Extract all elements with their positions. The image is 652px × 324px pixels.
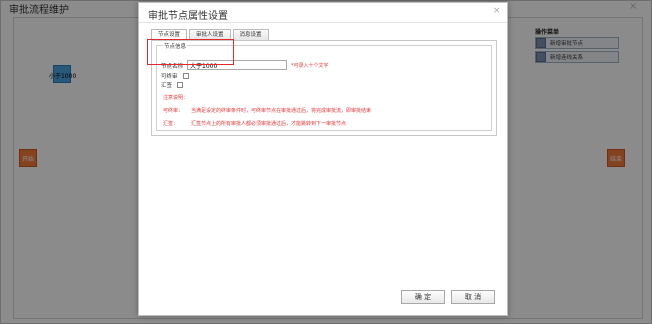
note-merge-text: 汇签节点上的所有审批人都必须审批通过后，才能跳转到下一审批节点 [191,121,347,127]
merge-checkbox[interactable] [177,82,183,88]
dialog-close-icon[interactable]: × [493,6,501,16]
dialog-title: 审批节点属性设置 [148,11,228,22]
cancel-button[interactable]: 取 消 [451,290,495,304]
can-end-checkbox[interactable] [183,73,189,79]
can-end-label: 可终审 [161,74,178,80]
note-can-end-key: 可终审： [163,108,184,114]
dialog-divider [139,22,507,23]
ok-button[interactable]: 确 定 [401,290,445,304]
notes-title: 注意说明： [163,95,189,101]
note-merge-key: 汇签： [163,121,179,127]
node-name-hint: *可录入十个文字 [291,63,329,69]
merge-label: 汇签 [161,83,173,89]
node-name-highlight-box [147,39,234,65]
note-can-end-text: 当满足设定的终审条件时，可终审节点在审批通过后，将完成审批流，即审批结束 [191,108,372,114]
tab-message-settings[interactable]: 消息设置 [232,29,269,40]
